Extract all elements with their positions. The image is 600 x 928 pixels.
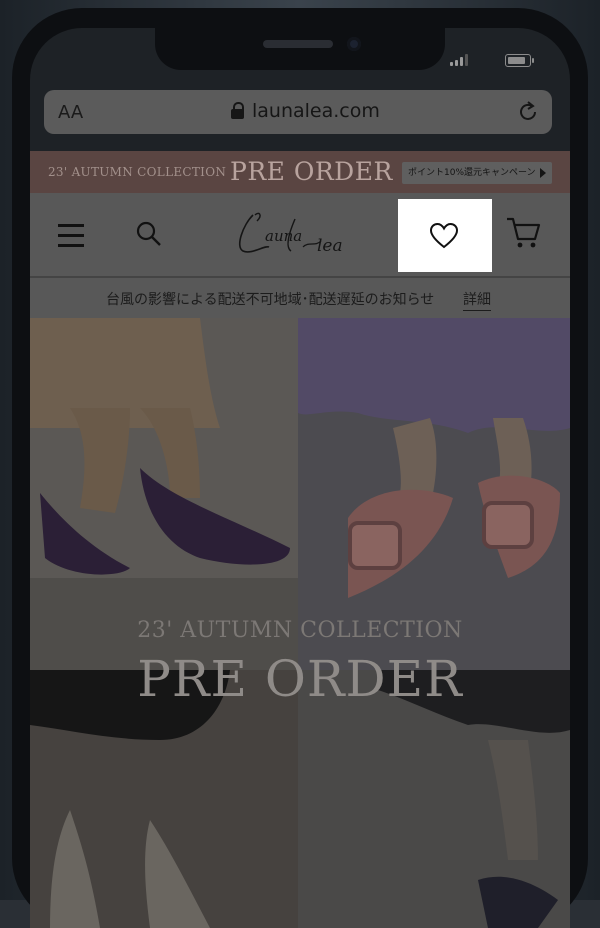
speaker (263, 40, 333, 48)
preorder-banner[interactable]: 23' AUTUMN COLLECTION PRE ORDER ポイント10%還… (30, 151, 570, 193)
hero-image-navy-flats (298, 670, 570, 928)
text-size-button[interactable]: AA (58, 102, 83, 123)
notice-bar: 台風の影響による配送不可地域･配送遅延のお知らせ 詳細 (30, 278, 570, 318)
status-bar (450, 50, 570, 70)
url-text[interactable]: launalea.com (252, 100, 380, 122)
battery-icon (505, 54, 531, 67)
heart-icon (429, 222, 459, 249)
svg-text:lea: lea (317, 236, 343, 256)
phone-screen: AA launalea.com 23' AUTUMN COLLECTION PR… (30, 28, 570, 928)
signal-icon (450, 54, 472, 66)
hero-title: PRE ORDER (137, 650, 463, 708)
svg-text:auna: auna (265, 227, 302, 245)
battery-cap (532, 58, 534, 63)
hero-collection-label: 23' AUTUMN COLLECTION (137, 618, 463, 643)
hamburger-menu-icon[interactable] (58, 224, 84, 247)
front-camera (347, 37, 361, 51)
notch (155, 28, 445, 70)
lock-icon (231, 102, 244, 120)
banner-title: PRE ORDER (230, 157, 393, 186)
site-header: auna lea (30, 193, 570, 276)
arrow-right-icon (540, 168, 546, 178)
banner-collection-label: 23' AUTUMN COLLECTION (48, 165, 227, 179)
hero-banner[interactable]: 23' AUTUMN COLLECTION PRE ORDER (30, 318, 570, 928)
notice-text: 台風の影響による配送不可地域･配送遅延のお知らせ (106, 292, 435, 308)
site-logo[interactable]: auna lea (225, 207, 365, 267)
cart-icon[interactable] (505, 215, 541, 249)
campaign-button-label: ポイント10%還元キャンペーン (408, 168, 536, 178)
hero-image-lace-pumps (30, 670, 298, 928)
search-icon[interactable] (135, 220, 163, 248)
campaign-button[interactable]: ポイント10%還元キャンペーン (402, 162, 552, 184)
notice-details-link[interactable]: 詳細 (463, 289, 491, 311)
phone-frame: AA launalea.com 23' AUTUMN COLLECTION PR… (0, 0, 600, 928)
reload-icon[interactable] (516, 100, 540, 124)
address-bar[interactable]: AA launalea.com (44, 90, 552, 134)
favorites-button[interactable] (398, 199, 492, 272)
